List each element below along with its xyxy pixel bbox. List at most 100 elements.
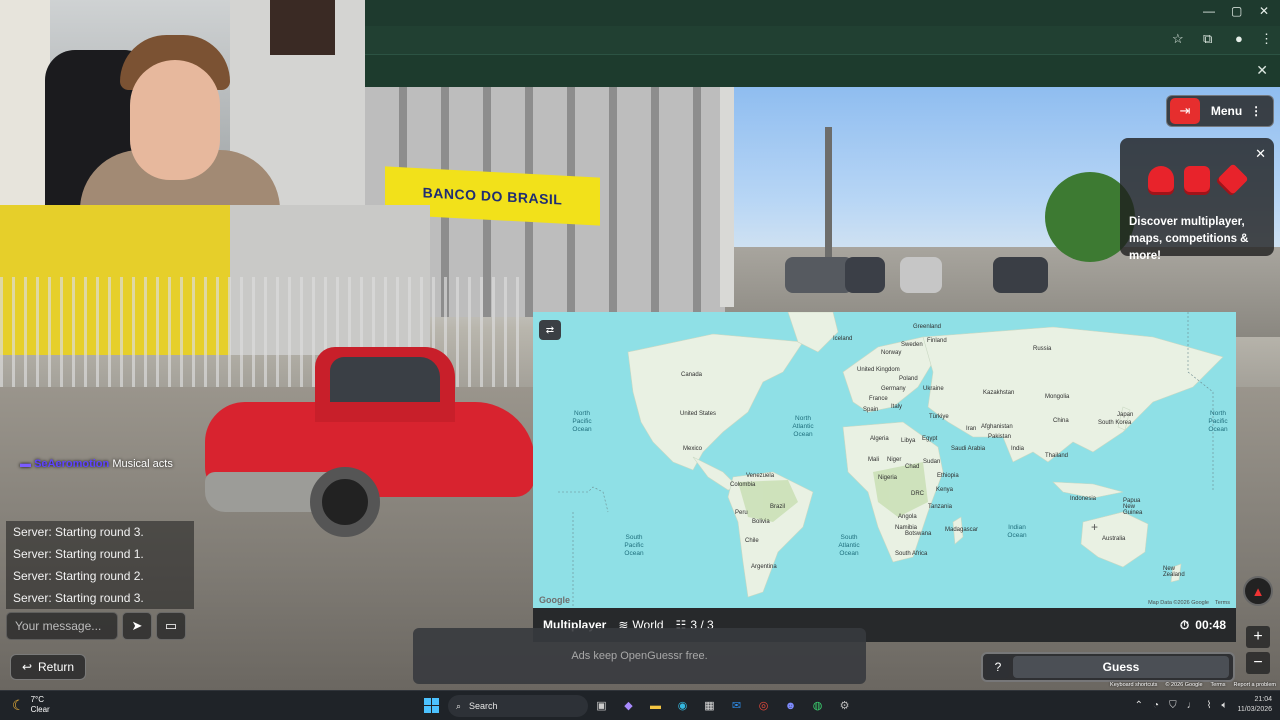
help-button[interactable]: ? bbox=[987, 656, 1009, 678]
chat-line: Server: Starting round 1. bbox=[6, 543, 194, 565]
windows-taskbar: ☾ 7°C Clear ⌕ Search ▣ ◆ ▬ ◉ ▦ ✉ ◎ ☻ ◍ ⚙… bbox=[0, 690, 1280, 720]
map-country-label: Brazil bbox=[770, 504, 786, 510]
map-country-label: Niger bbox=[887, 457, 902, 463]
clock-time: 21:04 bbox=[1254, 696, 1272, 703]
minimize-icon[interactable]: — bbox=[1203, 4, 1215, 18]
map-country-label: Kazakhstan bbox=[983, 390, 1015, 396]
ad-text: Ads keep OpenGuessr free. bbox=[571, 650, 708, 662]
map-country-label: Indonesia bbox=[1070, 496, 1097, 502]
tray-app-icon[interactable]: ◔ bbox=[1153, 700, 1159, 711]
map-country-label: Pakistan bbox=[988, 434, 1012, 440]
taskbar-search-label: Search bbox=[469, 701, 498, 711]
extensions-icon[interactable]: ⧉ bbox=[1203, 31, 1212, 47]
map-ocean-label: South Atlantic Ocean bbox=[838, 534, 860, 557]
guess-button[interactable]: Guess bbox=[1013, 656, 1229, 678]
parked-car bbox=[845, 257, 885, 293]
browser-menu-icon[interactable]: ⋮ bbox=[1260, 31, 1273, 47]
report-problem-link[interactable]: Report a problem bbox=[1234, 682, 1277, 688]
copilot-icon[interactable]: ◆ bbox=[619, 696, 638, 715]
edge-icon[interactable]: ◉ bbox=[673, 696, 692, 715]
menu-button[interactable]: Menu ⋮ bbox=[1200, 104, 1273, 118]
map-country-label: Canada bbox=[681, 372, 703, 378]
map-country-label: South Africa bbox=[895, 551, 928, 557]
cube-icon bbox=[1184, 166, 1210, 192]
round-timer: ⏱ 00:48 bbox=[1180, 618, 1226, 633]
close-promo-icon[interactable]: ✕ bbox=[1255, 146, 1266, 162]
map-ocean-label: North Atlantic Ocean bbox=[792, 415, 814, 438]
map-settings-icon[interactable]: ⇄ bbox=[539, 320, 561, 340]
bookmark-star-icon[interactable]: ☆ bbox=[1172, 31, 1184, 47]
map-country-label: Mexico bbox=[683, 446, 703, 452]
streetview-footer: Keyboard shortcuts © 2026 Google Terms R… bbox=[1110, 682, 1276, 688]
map-country-label: Spain bbox=[863, 407, 879, 413]
chat-message-input[interactable] bbox=[6, 612, 118, 640]
windows-start-icon[interactable] bbox=[424, 698, 439, 713]
game-chat-log: Server: Starting round 3. Server: Starti… bbox=[6, 521, 194, 609]
map-country-label: India bbox=[1011, 446, 1025, 452]
keyboard-shortcuts-link[interactable]: Keyboard shortcuts bbox=[1110, 682, 1157, 688]
map-country-label: Egypt bbox=[922, 436, 938, 442]
address-bar[interactable]: ☆ ⧉ ● ⋮ bbox=[365, 26, 1280, 54]
tray-shield-icon[interactable]: ⛉ bbox=[1169, 700, 1177, 711]
profile-avatar-icon[interactable]: ● bbox=[1235, 31, 1243, 46]
volume-icon[interactable]: 🔈︎ bbox=[1221, 700, 1227, 711]
taskbar-apps: ▣ ◆ ▬ ◉ ▦ ✉ ◎ ☻ ◍ ⚙ bbox=[592, 696, 854, 715]
promo-card[interactable]: ✕ Discover multiplayer, maps, competitio… bbox=[1120, 138, 1274, 262]
map-country-label: Poland bbox=[899, 376, 918, 382]
close-window-icon[interactable]: ✕ bbox=[1259, 4, 1269, 18]
microphone-icon[interactable]: ♩ bbox=[1187, 700, 1197, 711]
file-explorer-icon[interactable]: ▬ bbox=[646, 696, 665, 715]
zoom-in-button[interactable]: + bbox=[1246, 626, 1270, 648]
map-country-label: Ukraine bbox=[923, 386, 944, 392]
taskbar-search[interactable]: ⌕ Search bbox=[448, 695, 588, 717]
clock[interactable]: 21:04 11/03/2026 bbox=[1237, 695, 1272, 715]
terms-link[interactable]: Terms bbox=[1211, 682, 1226, 688]
chrome-icon[interactable]: ◎ bbox=[754, 696, 773, 715]
map-country-label: Angola bbox=[898, 514, 917, 520]
outlook-icon[interactable]: ✉ bbox=[727, 696, 746, 715]
exit-game-button[interactable]: ⇥ bbox=[1170, 98, 1200, 124]
map-country-label: Iceland bbox=[833, 336, 853, 342]
map-country-label: Libya bbox=[901, 438, 916, 444]
maximize-icon[interactable]: ▢ bbox=[1231, 4, 1242, 18]
map-country-label: DRC bbox=[911, 491, 924, 497]
promo-text: Discover multiplayer, maps, competitions… bbox=[1129, 216, 1249, 262]
map-country-label: Ethiopia bbox=[937, 473, 959, 479]
map-country-label: Tanzania bbox=[928, 504, 953, 510]
discord-icon[interactable]: ☻ bbox=[781, 696, 800, 715]
map-country-label: United Kingdom bbox=[857, 367, 900, 373]
close-infobar-icon[interactable]: ✕ bbox=[1256, 62, 1268, 79]
weather-temp: 7°C bbox=[30, 695, 44, 704]
return-arrow-icon: ↩ bbox=[21, 660, 33, 674]
compass-icon[interactable]: ▲ bbox=[1243, 576, 1273, 606]
weather-widget[interactable]: ☾ 7°C Clear bbox=[12, 695, 50, 715]
wifi-icon[interactable]: ⌇ bbox=[1207, 700, 1212, 711]
store-icon[interactable]: ▦ bbox=[700, 696, 719, 715]
chat-line: Server: Starting round 3. bbox=[6, 521, 194, 543]
spotify-icon[interactable]: ◍ bbox=[808, 696, 827, 715]
copyright-text: © 2026 Google bbox=[1165, 682, 1203, 688]
map-country-label: Chile bbox=[745, 538, 759, 544]
send-icon[interactable]: ➤ bbox=[122, 612, 152, 640]
map-terms-link[interactable]: Terms bbox=[1215, 600, 1230, 606]
multiplayer-icon bbox=[1148, 166, 1174, 192]
map-country-label: Saudi Arabia bbox=[951, 446, 986, 452]
settings-gear-icon[interactable]: ⚙ bbox=[835, 696, 854, 715]
map-ocean-label: South Pacific Ocean bbox=[624, 534, 644, 557]
zoom-out-button[interactable]: − bbox=[1246, 652, 1270, 674]
map-land bbox=[558, 312, 1224, 608]
return-button[interactable]: ↩ Return bbox=[10, 654, 86, 680]
map-country-label: Afghanistan bbox=[981, 424, 1013, 430]
task-view-icon[interactable]: ▣ bbox=[592, 696, 611, 715]
tray-chevron-icon[interactable]: ⌃ bbox=[1135, 700, 1143, 711]
chat-toggle-icon[interactable]: ▭ bbox=[156, 612, 186, 640]
guess-map[interactable]: ⇄ Greenland Iceland Finland Sweden Norwa… bbox=[533, 312, 1236, 608]
chat-text: Musical acts bbox=[112, 458, 173, 470]
map-country-label: China bbox=[1053, 418, 1069, 424]
weather-condition: Clear bbox=[30, 705, 50, 714]
map-country-label: Thailand bbox=[1045, 453, 1069, 459]
map-country-label: Norway bbox=[881, 350, 902, 356]
browser-titlebar: — ▢ ✕ bbox=[365, 0, 1280, 26]
map-country-label: France bbox=[869, 396, 888, 402]
map-country-label: Algeria bbox=[870, 436, 889, 442]
